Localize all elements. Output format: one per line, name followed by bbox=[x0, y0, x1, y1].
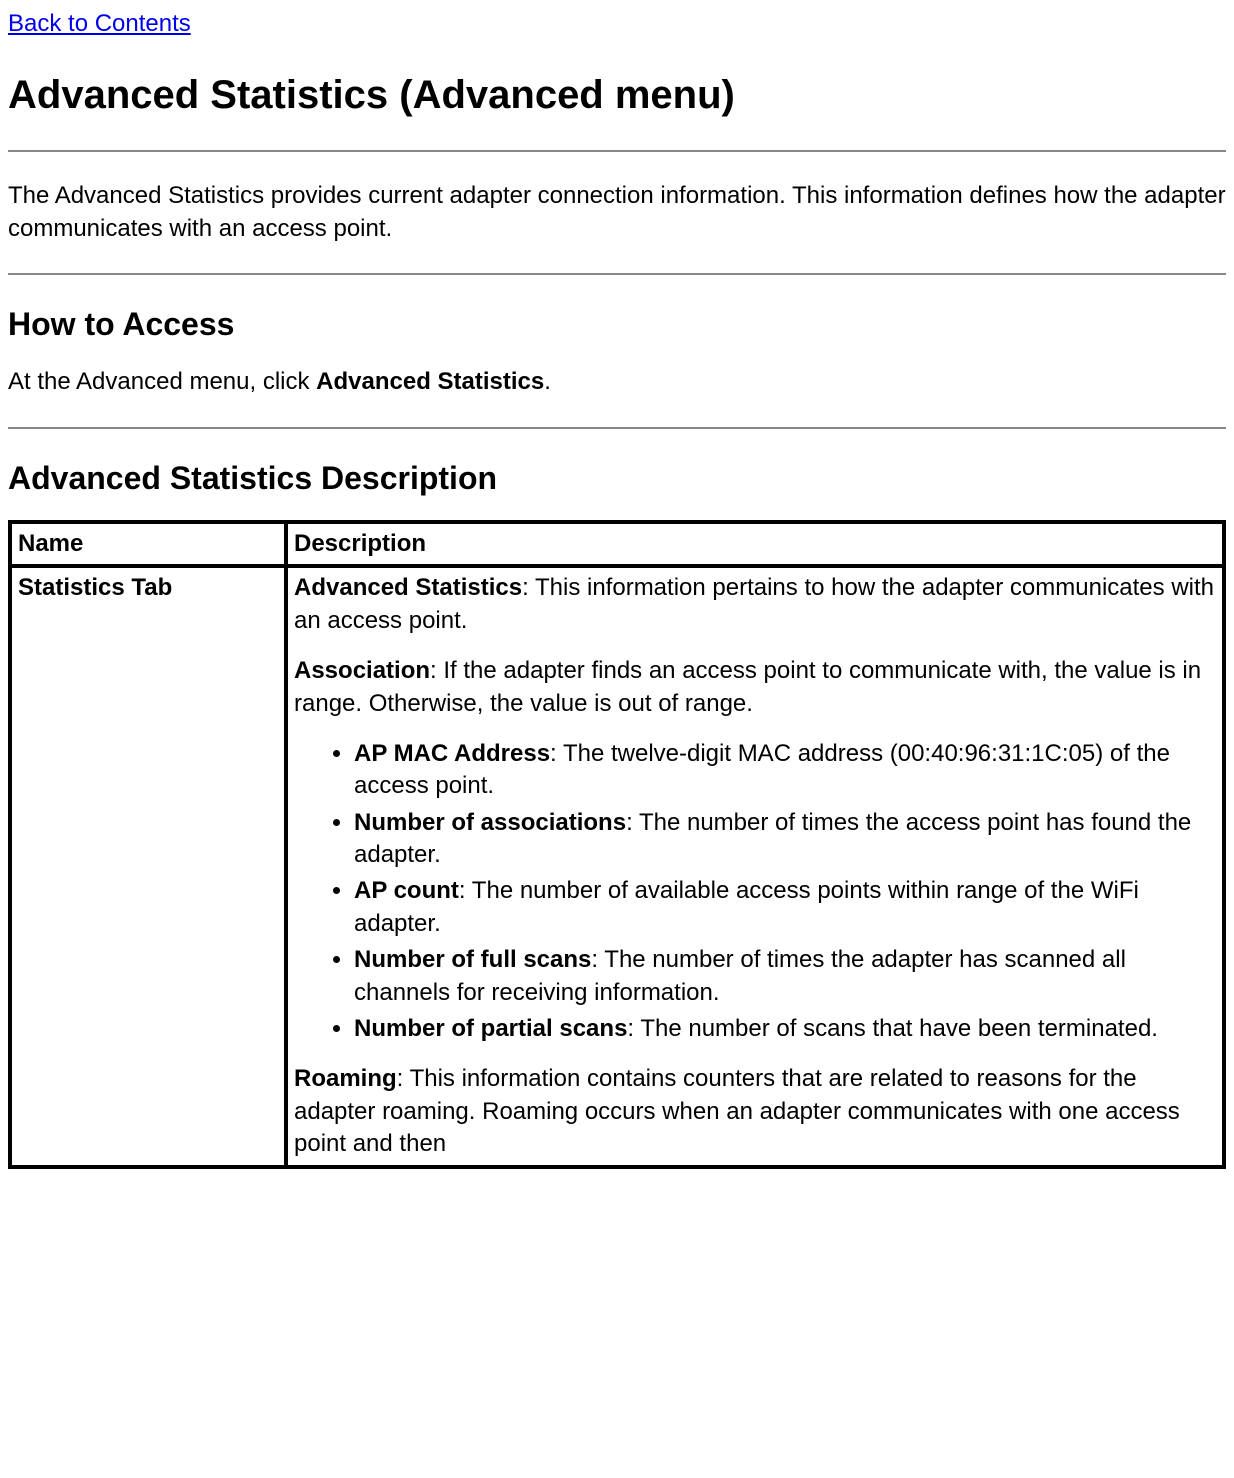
roaming-text: : This information contains counters tha… bbox=[294, 1065, 1180, 1157]
back-to-contents-link[interactable]: Back to Contents bbox=[8, 10, 191, 37]
list-item: AP MAC Address: The twelve-digit MAC add… bbox=[354, 738, 1216, 803]
page-title: Advanced Statistics (Advanced menu) bbox=[8, 68, 1226, 122]
association-label: Association bbox=[294, 657, 430, 684]
how-to-access-text-before: At the Advanced menu, click bbox=[8, 368, 316, 395]
bullet-text: : The number of available access points … bbox=[354, 877, 1139, 936]
intro-paragraph: The Advanced Statistics provides current… bbox=[8, 180, 1226, 245]
table-header-row: Name Description bbox=[10, 522, 1224, 566]
association-bullet-list: AP MAC Address: The twelve-digit MAC add… bbox=[334, 738, 1216, 1046]
cell-name-statistics-tab: Statistics Tab bbox=[10, 566, 286, 1166]
list-item: Number of associations: The number of ti… bbox=[354, 807, 1216, 872]
divider bbox=[8, 427, 1226, 429]
roaming-label: Roaming bbox=[294, 1065, 397, 1092]
how-to-access-bold: Advanced Statistics bbox=[316, 368, 544, 395]
table-row: Statistics Tab Advanced Statistics: This… bbox=[10, 566, 1224, 1166]
how-to-access-heading: How to Access bbox=[8, 303, 1226, 346]
column-header-description: Description bbox=[286, 522, 1224, 566]
how-to-access-paragraph: At the Advanced menu, click Advanced Sta… bbox=[8, 366, 1226, 398]
bullet-label: Number of associations bbox=[354, 809, 626, 836]
bullet-label: Number of full scans bbox=[354, 946, 591, 973]
description-table: Name Description Statistics Tab Advanced… bbox=[8, 520, 1226, 1169]
bullet-label: AP MAC Address bbox=[354, 740, 550, 767]
association-text: : If the adapter finds an access point t… bbox=[294, 657, 1201, 716]
list-item: AP count: The number of available access… bbox=[354, 875, 1216, 940]
list-item: Number of partial scans: The number of s… bbox=[354, 1013, 1216, 1045]
divider bbox=[8, 273, 1226, 275]
list-item: Number of full scans: The number of time… bbox=[354, 944, 1216, 1009]
bullet-label: Number of partial scans bbox=[354, 1015, 627, 1042]
adv-stats-label: Advanced Statistics bbox=[294, 574, 522, 601]
bullet-text: : The number of scans that have been ter… bbox=[627, 1015, 1158, 1042]
description-heading: Advanced Statistics Description bbox=[8, 457, 1226, 500]
cell-description-statistics-tab: Advanced Statistics: This information pe… bbox=[286, 566, 1224, 1166]
bullet-label: AP count bbox=[354, 877, 459, 904]
divider bbox=[8, 150, 1226, 152]
column-header-name: Name bbox=[10, 522, 286, 566]
how-to-access-text-after: . bbox=[544, 368, 551, 395]
